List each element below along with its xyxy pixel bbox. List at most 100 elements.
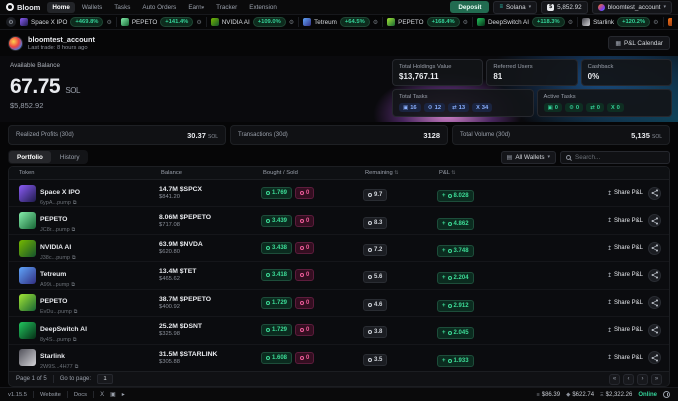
website-link[interactable]: Website (40, 392, 61, 398)
header-remaining[interactable]: Remaining ⇅ (363, 170, 437, 176)
tab[interactable]: Portfolio (9, 151, 51, 163)
coin-icon (368, 193, 372, 198)
pnl-sign: + (442, 248, 446, 255)
nav-item[interactable]: Home (47, 1, 75, 13)
goto-page-input[interactable] (97, 374, 114, 384)
stat-card-value: 81 (493, 72, 503, 81)
sold-value: 0 (306, 245, 310, 252)
table-row[interactable]: Tetreum A99i...pump ⧉ 13.4M $TET $465.62 … (9, 262, 669, 290)
share-options-button[interactable] (648, 186, 661, 200)
clock-icon[interactable] (663, 391, 670, 398)
share-pnl-button[interactable]: ↥ Share P&L (607, 217, 643, 225)
share-options-button[interactable] (648, 351, 661, 365)
ticker-item[interactable]: DeepSwitch AI +118.3% ⚙ (477, 17, 579, 27)
ticker-item[interactable]: Tetreum +64.5% ⚙ (303, 17, 384, 27)
share-nodes-icon (651, 354, 658, 362)
nav-item[interactable]: Tasks (109, 2, 135, 13)
header-pnl[interactable]: P&L ⇅ (437, 170, 529, 176)
tab[interactable]: History (52, 151, 88, 163)
copy-icon[interactable]: ⧉ (72, 255, 76, 261)
page-nav-button[interactable]: ‹ (623, 373, 634, 385)
token-cell: PEPETO EvDu...pump ⧉ (9, 290, 159, 315)
gear-icon[interactable]: ⚙ (196, 19, 201, 26)
wallet-balance-chip[interactable]: $ 5,852.92 (541, 0, 588, 14)
gear-icon[interactable]: ⚙ (568, 19, 573, 26)
ticker-item[interactable]: Morgan Stanley Bitcoin ⚙ (667, 18, 672, 26)
token-icon (19, 184, 36, 202)
x-icon[interactable]: X (100, 392, 104, 398)
copy-icon[interactable]: ⧉ (73, 200, 77, 206)
page-nav-button[interactable]: › (637, 373, 648, 385)
table-row[interactable]: Starlink 2W9S...4H77 ⧉ 31.5M $STARLINK $3… (9, 345, 669, 371)
remaining-badge: 3.5 (363, 353, 388, 366)
portfolio-toolbar: Portfolio History ▤ All Wallets ▾ (0, 148, 678, 166)
share-cell: ↥ Share P&L (573, 296, 669, 310)
share-pnl-button[interactable]: ↥ Share P&L (607, 272, 643, 279)
wallet-balance-value: 5,852.92 (557, 3, 582, 11)
table-row[interactable]: DeepSwitch AI 8y4S...pump ⧉ 25.2M $DSNT $… (9, 317, 669, 345)
pnl-calendar-button[interactable]: ▦ P&L Calendar (608, 36, 670, 50)
copy-icon[interactable]: ⧉ (74, 309, 78, 315)
ticker-change-badge: +64.5% (339, 17, 370, 27)
share-pnl-button[interactable]: ↥ Share P&L (607, 245, 643, 252)
table-row[interactable]: PEPETO EvDu...pump ⧉ 38.7M $PEPETO $400.9… (9, 290, 669, 318)
price-value: $622.74 (572, 391, 595, 398)
share-options-button[interactable] (648, 214, 661, 228)
page-nav-button[interactable]: » (651, 373, 662, 385)
nav-item[interactable]: Earn▾ (183, 2, 209, 13)
gear-icon[interactable]: ⚙ (373, 19, 378, 26)
discord-icon[interactable]: ▣ (110, 391, 116, 398)
ticker-item[interactable]: Starlink +120.2% ⚙ (582, 17, 664, 27)
share-pnl-button[interactable]: ↥ Share P&L (607, 190, 643, 197)
share-options-button[interactable] (648, 323, 661, 337)
share-options-button[interactable] (648, 268, 661, 282)
page-nav-button[interactable]: « (609, 373, 620, 385)
ticker-item[interactable]: PEPETO +168.4% ⚙ (387, 17, 473, 27)
copy-icon[interactable]: ⧉ (71, 282, 75, 288)
bnb-icon: ◆ (566, 391, 571, 398)
share-options-button[interactable] (648, 241, 661, 255)
coin-icon (266, 355, 270, 360)
ticker-item[interactable]: Space X IPO +469.8% ⚙ (20, 17, 117, 27)
deposit-button[interactable]: Deposit (450, 1, 490, 13)
sold-badge: 0 (295, 242, 315, 255)
search-input[interactable] (575, 153, 664, 161)
table-row[interactable]: Space X IPO 6ypA...pump ⧉ 14.7M $SPCX $84… (9, 180, 669, 208)
pnl-value: 3.748 (453, 248, 469, 255)
period-stat-card: Realized Profits (30d) 30.37 SOL (8, 125, 226, 145)
gear-icon[interactable]: ⚙ (653, 19, 658, 26)
copy-icon[interactable]: ⧉ (73, 337, 77, 343)
share-pnl-button[interactable]: ↥ Share P&L (607, 299, 643, 307)
gear-icon[interactable]: ⚙ (106, 19, 111, 26)
share-pnl-button[interactable]: ↥ Share P&L (607, 327, 643, 334)
nav-item[interactable]: Tracker (211, 2, 242, 13)
account-menu[interactable]: bloomtest_account ▾ (591, 0, 672, 14)
ticker-settings-button[interactable]: ⚙ (6, 17, 16, 27)
telegram-icon[interactable]: ▸ (122, 391, 125, 398)
share-pnl-label: Share P&L (613, 354, 643, 361)
gear-icon[interactable]: ⚙ (463, 19, 468, 26)
share-options-button[interactable] (648, 296, 661, 310)
network-selector[interactable]: ≡ Solana ▾ (493, 0, 538, 14)
table-row[interactable]: PEPETO JC8r...pump ⧉ 8.06M $PEPETO $717.0… (9, 207, 669, 235)
brand[interactable]: Bloom (6, 3, 40, 12)
table-row[interactable]: NVIDIA AI J38c...pump ⧉ 63.9M $NVDA $620.… (9, 235, 669, 263)
ticker-item[interactable]: NVIDIA AI +109.0% ⚙ (210, 17, 300, 27)
pnl-cell: +3.748 (437, 239, 529, 258)
ticker-token-name: PEPETO (131, 18, 158, 26)
ticker-token-name: Starlink (593, 18, 615, 26)
docs-link[interactable]: Docs (74, 392, 87, 398)
bought-sold-cell: 3.418 0 (261, 269, 363, 282)
sold-value: 0 (306, 190, 310, 197)
share-pnl-button[interactable]: ↥ Share P&L (607, 354, 643, 362)
wallet-filter-dropdown[interactable]: ▤ All Wallets ▾ (500, 150, 556, 164)
gear-icon[interactable]: ⚙ (289, 19, 294, 26)
nav-item[interactable]: Extension (244, 2, 282, 13)
task-badge: ⚙ 12 (423, 103, 446, 112)
token-amount: 63.9M $NVDA (159, 241, 203, 249)
ticker-item[interactable]: PEPETO +141.4% ⚙ (120, 17, 207, 27)
copy-icon[interactable]: ⧉ (75, 364, 79, 370)
copy-icon[interactable]: ⧉ (72, 227, 76, 233)
nav-item[interactable]: Auto Orders (137, 2, 181, 13)
nav-item[interactable]: Wallets (77, 2, 107, 13)
